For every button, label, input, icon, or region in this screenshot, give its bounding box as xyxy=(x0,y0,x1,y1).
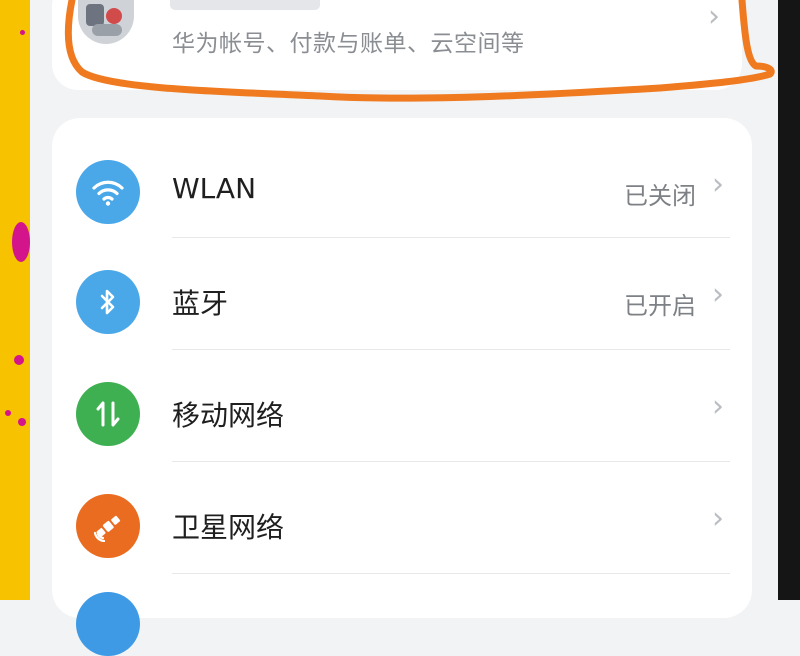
setting-label: WLAN xyxy=(172,172,257,205)
next-setting-icon xyxy=(76,592,140,656)
wallpaper-dot xyxy=(12,222,30,262)
setting-row-mobile-network[interactable]: 移动网络 › xyxy=(52,350,752,462)
wallpaper-dot xyxy=(18,418,26,426)
chevron-right-icon: › xyxy=(712,501,724,536)
mobile-data-icon xyxy=(76,382,140,446)
chevron-right-icon: › xyxy=(712,277,724,312)
wallpaper-dot xyxy=(20,30,25,35)
setting-status: 已关闭 xyxy=(624,182,696,210)
wallpaper-dot xyxy=(14,355,24,365)
wifi-icon xyxy=(76,160,140,224)
left-edge-wallpaper xyxy=(0,0,30,600)
wallpaper-dot xyxy=(5,410,11,416)
setting-row-satellite-network[interactable]: 卫星网络 › xyxy=(52,462,752,574)
satellite-icon xyxy=(76,494,140,558)
account-name-redacted xyxy=(170,0,320,10)
chevron-right-icon: › xyxy=(712,389,724,424)
setting-label: 蓝牙 xyxy=(172,287,229,320)
bluetooth-icon xyxy=(76,270,140,334)
right-edge-background xyxy=(778,0,800,600)
setting-status: 已开启 xyxy=(624,292,696,320)
chevron-right-icon: › xyxy=(708,0,720,34)
setting-row-bluetooth[interactable]: 蓝牙 已开启 › xyxy=(52,238,752,350)
setting-label: 卫星网络 xyxy=(172,511,285,544)
setting-row-wlan[interactable]: WLAN 已关闭 › xyxy=(52,128,752,240)
setting-label: 移动网络 xyxy=(172,399,285,432)
account-subtitle: 华为帐号、付款与账单、云空间等 xyxy=(172,31,525,57)
divider xyxy=(172,573,730,574)
chevron-right-icon: › xyxy=(712,167,724,202)
